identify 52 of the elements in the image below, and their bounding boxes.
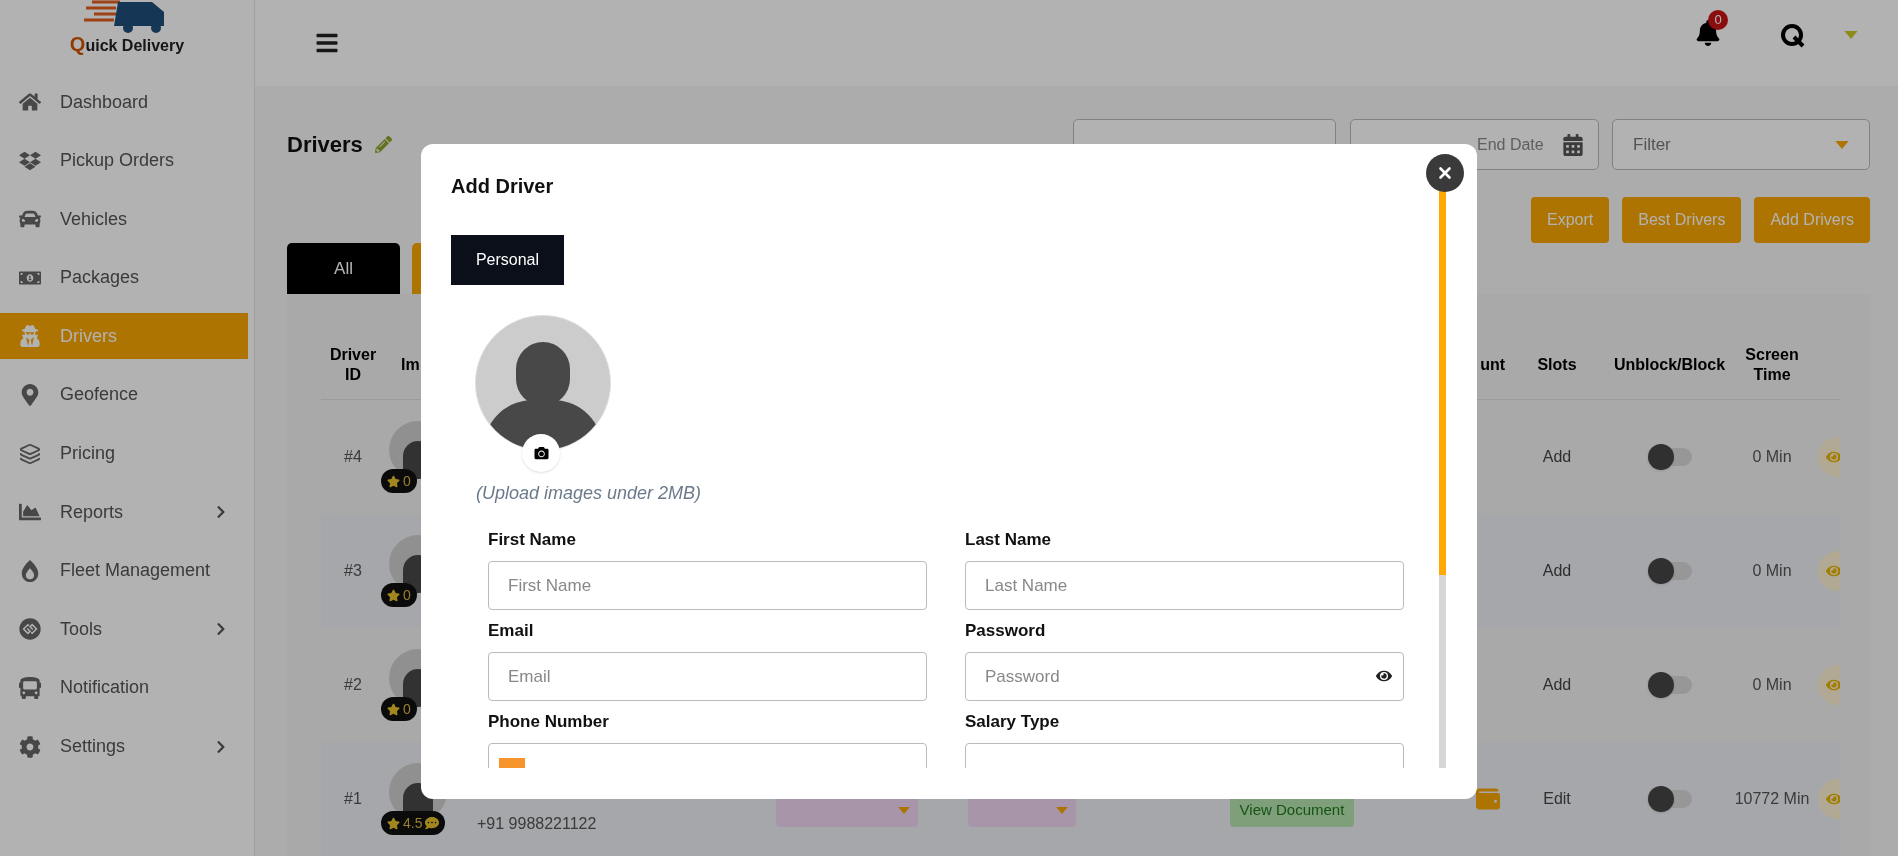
slots-link[interactable]: Add: [1542, 445, 1572, 469]
sidebar-item[interactable]: Vehicles: [0, 196, 248, 243]
screen-time: 10772 Min: [1734, 789, 1810, 809]
driver-phone: +91 9988221122: [477, 814, 597, 834]
filter-select[interactable]: Filter: [1612, 119, 1870, 170]
field-label: First Name: [488, 529, 577, 551]
screen-time: 0 Min: [1752, 447, 1792, 467]
sidebar-item[interactable]: Notification: [0, 664, 248, 711]
screen-time: 0 Min: [1752, 561, 1792, 581]
screen-time: 0 Min: [1752, 675, 1792, 695]
sidebar-item[interactable]: Geofence: [0, 371, 248, 418]
sidebar-item[interactable]: Fleet Management: [0, 547, 248, 594]
field-label: Salary Type: [965, 711, 1061, 733]
field-label: Email: [488, 620, 535, 642]
column-header: Unblock/Block: [1613, 354, 1726, 375]
column-header: Slots: [1537, 354, 1577, 375]
notification-badge: 0: [1708, 10, 1728, 30]
text-field[interactable]: First Name: [488, 561, 927, 610]
driver-id: #3: [344, 561, 362, 581]
sidebar-item[interactable]: Reports: [0, 489, 248, 536]
filter-tab[interactable]: All: [287, 243, 400, 294]
driver-id: #2: [344, 675, 362, 695]
rating-badge: 0: [381, 583, 417, 607]
slots-link[interactable]: Edit: [1543, 787, 1571, 811]
rating-badge: 4.5: [381, 811, 446, 835]
logo-text: Quick Delivery: [69, 34, 185, 54]
rating-badge: 0: [381, 697, 417, 721]
sidebar-item[interactable]: Settings: [0, 723, 248, 770]
slots-link[interactable]: Add: [1542, 559, 1572, 583]
column-header: unt: [1480, 354, 1505, 375]
sidebar-item[interactable]: Packages: [0, 254, 248, 301]
slots-link[interactable]: Add: [1542, 673, 1572, 697]
sidebar-item[interactable]: Pricing: [0, 430, 248, 477]
password-field[interactable]: Password: [965, 652, 1404, 701]
column-header: Driver ID: [328, 344, 378, 385]
field-label: Password: [965, 620, 1047, 642]
column-header: Im: [401, 354, 420, 375]
form-tab[interactable]: Personal: [451, 235, 564, 285]
field-label: Last Name: [965, 529, 1052, 551]
text-field[interactable]: Email: [488, 652, 927, 701]
dialog-title: Add Driver: [451, 174, 554, 198]
sidebar-item[interactable]: Dashboard: [0, 79, 248, 125]
column-header: Screen Time: [1744, 344, 1800, 385]
driver-id: #1: [344, 789, 362, 809]
sidebar-item[interactable]: Tools: [0, 606, 248, 653]
sidebar-item[interactable]: Pickup Orders: [0, 137, 248, 184]
rating-badge: 0: [381, 469, 417, 493]
text-field[interactable]: Last Name: [965, 561, 1404, 610]
page-title: Drivers: [287, 131, 363, 159]
driver-id: #4: [344, 447, 362, 467]
upload-hint: (Upload images under 2MB): [476, 482, 703, 505]
field-label: Phone Number: [488, 711, 610, 733]
